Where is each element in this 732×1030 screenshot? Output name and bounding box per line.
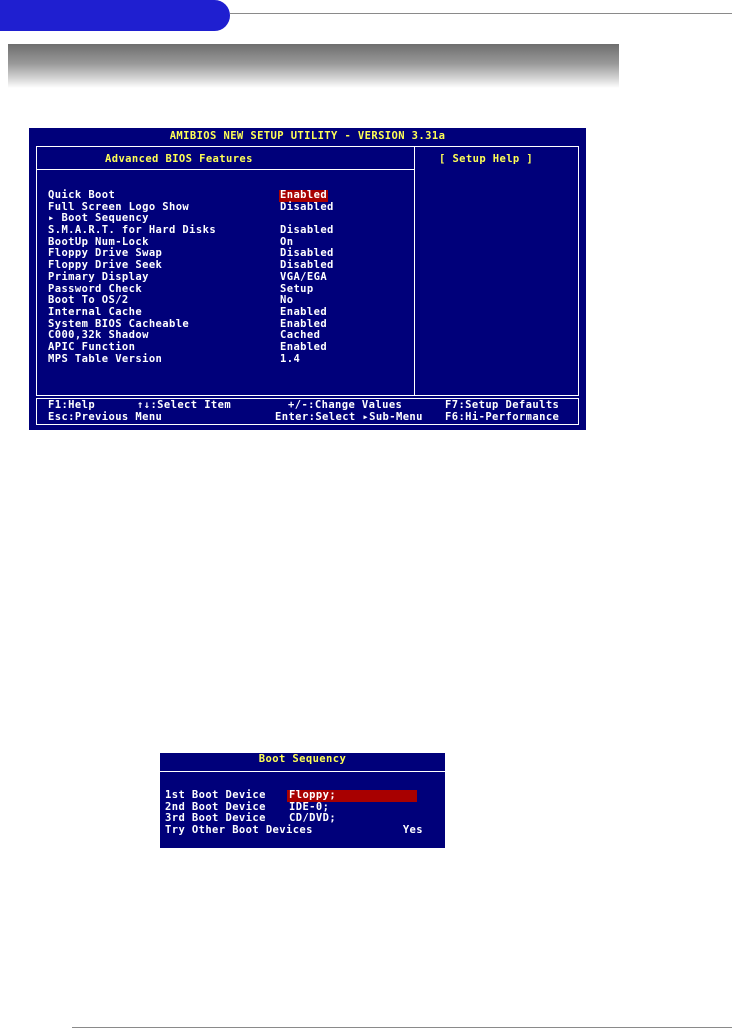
header-pill — [0, 0, 230, 31]
boot-device-value-selected[interactable]: Floppy; — [287, 789, 417, 802]
setup-help-heading: [ Setup Help ] — [439, 153, 534, 165]
key-previous-menu: Esc:Previous Menu — [48, 410, 163, 423]
bios-title: AMIBIOS NEW SETUP UTILITY - VERSION 3.31… — [169, 130, 446, 142]
setting-row-internal-cache[interactable]: Internal Cache Enabled — [48, 305, 348, 319]
boot-device-value[interactable]: Yes — [403, 824, 423, 837]
manual-page: AMIBIOS NEW SETUP UTILITY - VERSION 3.31… — [0, 0, 732, 1030]
key-hi-performance: F6:Hi-Performance — [445, 410, 560, 423]
setting-row-mps-table[interactable]: MPS Table Version 1.4 — [48, 352, 348, 366]
section-banner — [8, 44, 619, 88]
setting-label: Internal Cache — [48, 305, 143, 318]
setting-label: Primary Display — [48, 270, 149, 283]
boot-device-label: 1st Boot Device — [165, 789, 266, 801]
key-change-values: +/-:Change Values — [288, 399, 403, 411]
setting-value[interactable]: Enabled — [280, 341, 327, 354]
key-select-item: ↑↓:Select Item — [137, 399, 232, 411]
help-divider — [414, 147, 415, 395]
setting-value[interactable]: Disabled — [280, 201, 334, 214]
setting-row-smart[interactable]: S.M.A.R.T. for Hard Disks Disabled — [48, 224, 348, 237]
header-rule — [230, 13, 732, 14]
key-setup-defaults: F7:Setup Defaults — [445, 399, 560, 411]
boot-row-try-other[interactable]: Try Other Boot Devices Yes — [165, 824, 440, 837]
key-select-submenu: Enter:Select ▸Sub-Menu — [275, 410, 423, 423]
setting-label: APIC Function — [48, 340, 136, 353]
setting-value[interactable]: Enabled — [280, 306, 327, 319]
setting-label: MPS Table Version — [48, 352, 163, 365]
boot-row-1st[interactable]: 1st Boot Device Floppy; — [165, 789, 440, 802]
setting-value[interactable]: VGA/EGA — [280, 271, 327, 284]
key-help: F1:Help — [48, 399, 96, 411]
setting-value[interactable]: 1.4 — [280, 353, 300, 366]
footer-rule — [72, 1027, 732, 1028]
panel-heading: Advanced BIOS Features — [105, 153, 253, 165]
boot-device-label: Try Other Boot Devices — [165, 824, 313, 837]
key-legend: F1:Help ↑↓:Select Item +/-:Change Values… — [36, 398, 579, 425]
setting-value-selected[interactable]: Enabled — [279, 189, 329, 202]
setting-label: S.M.A.R.T. for Hard Disks — [48, 224, 217, 237]
boot-sequency-title: Boot Sequency — [258, 753, 347, 765]
setting-row-quick-boot[interactable]: Quick Boot Enabled — [48, 189, 348, 202]
setting-row-apic[interactable]: APIC Function Enabled — [48, 340, 348, 354]
bios-item-list: Quick Boot Enabled Full Screen Logo Show… — [48, 189, 348, 366]
setting-row-primary-display[interactable]: Primary Display VGA/EGA — [48, 270, 348, 284]
boot-device-list: 1st Boot Device Floppy; 2nd Boot Device … — [165, 789, 440, 837]
boot-title-divider — [160, 771, 445, 772]
boot-sequency-window: Boot Sequency 1st Boot Device Floppy; 2n… — [160, 753, 445, 848]
setting-value[interactable]: Disabled — [280, 224, 334, 237]
bios-setup-window: AMIBIOS NEW SETUP UTILITY - VERSION 3.31… — [29, 128, 586, 430]
setting-label: Quick Boot — [48, 189, 116, 201]
heading-divider — [37, 169, 414, 170]
